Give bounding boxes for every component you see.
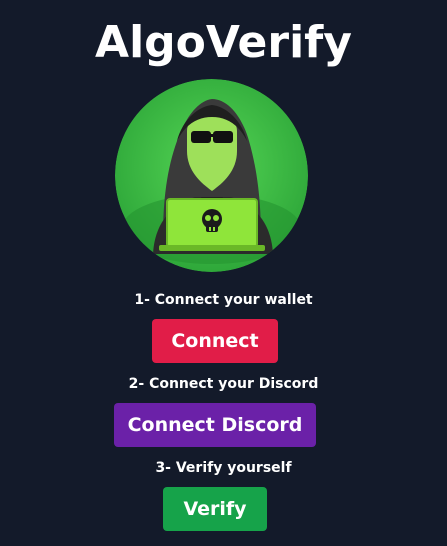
step-1-label: 1- Connect your wallet (134, 292, 313, 308)
app-title: AlgoVerify (95, 17, 352, 68)
hooded-hacker-laptop-icon (115, 79, 308, 272)
verify-button[interactable]: Verify (163, 487, 267, 531)
connect-discord-button[interactable]: Connect Discord (114, 403, 316, 447)
hacker-avatar (115, 79, 308, 272)
connect-wallet-button[interactable]: Connect (152, 319, 278, 363)
step-2-label: 2- Connect your Discord (128, 376, 319, 392)
app-root: AlgoVerify 1- Connect your wallet Connec… (0, 0, 447, 546)
step-3-label: 3- Verify yourself (155, 460, 292, 476)
